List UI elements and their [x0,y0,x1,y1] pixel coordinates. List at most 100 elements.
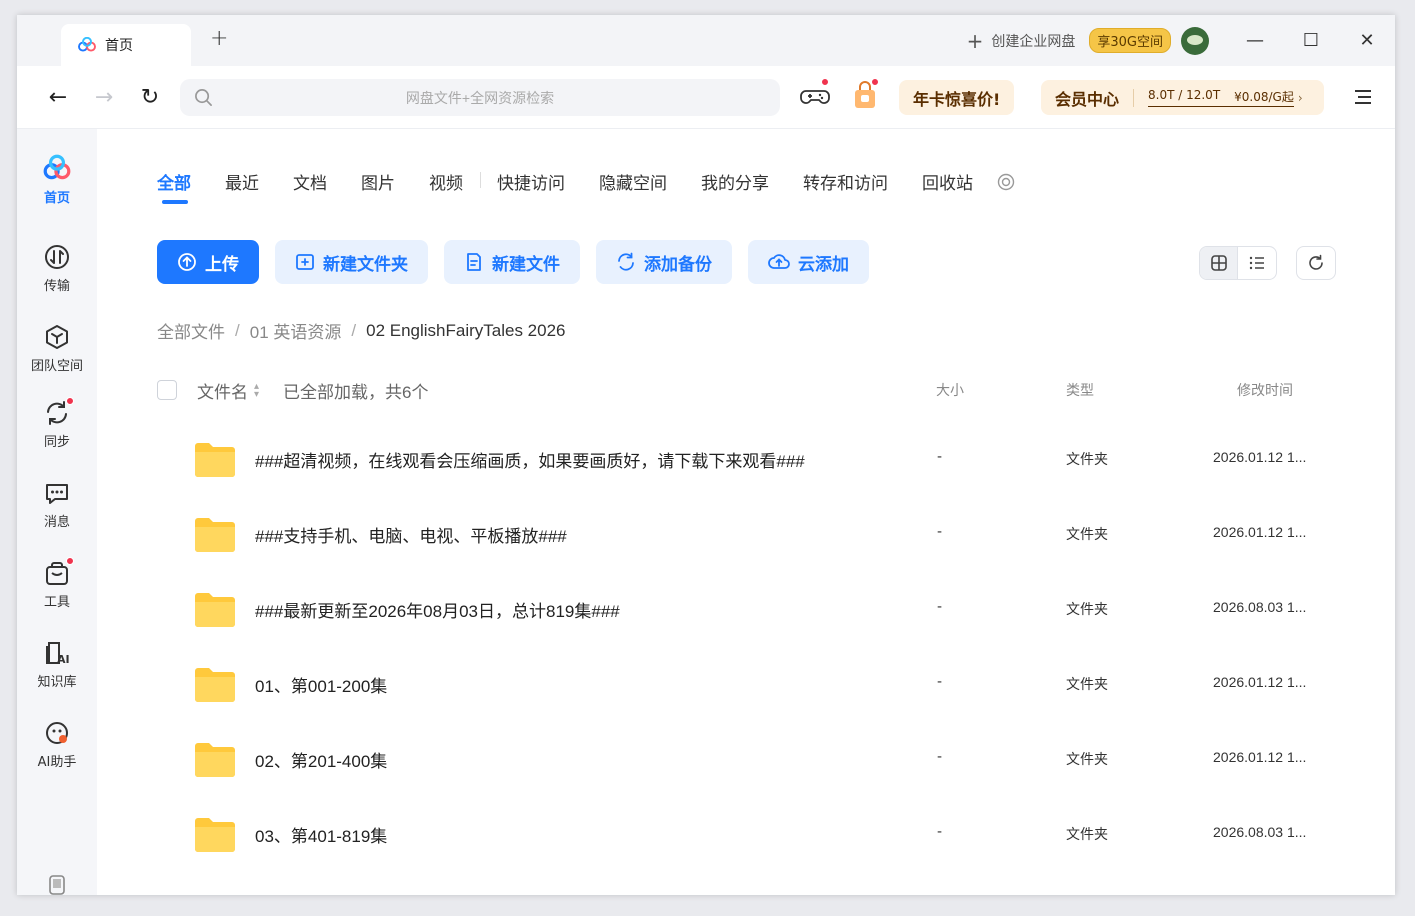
app-window: 首页 + + 创建企业网盘 享30G空间 — ☐ ✕ ← → ↻ 网盘文件+全网… [17,15,1395,895]
sidebar-item-home[interactable]: 首页 [17,153,97,206]
new-file-button[interactable]: 新建文件 [444,240,580,284]
tab-all[interactable]: 全部 [157,169,191,204]
list-view-icon [1249,256,1264,270]
sidebar-item-sync[interactable]: 同步 [17,397,97,450]
search-box [180,79,780,116]
filename-column-header[interactable]: 文件名 ▴ ▾ [197,378,259,403]
avatar[interactable] [1181,26,1209,55]
sidebar-item-team-space[interactable]: 团队空间 [17,323,97,374]
close-button[interactable]: ✕ [1339,30,1395,51]
mobile-device-icon[interactable] [49,875,65,895]
sidebar-item-label: 传输 [43,279,70,294]
upload-label: 上传 [205,254,239,274]
folder-icon [195,668,235,702]
list-view-button[interactable] [1238,247,1276,279]
file-modified-time: 2026.01.12 1... [1213,449,1307,465]
file-type: 文件夹 [1066,526,1108,542]
file-type: 文件夹 [1066,601,1108,617]
vip-center-button[interactable]: 会员中心 8.0T / 12.0T ¥0.08/G起 › [1041,80,1324,115]
add-backup-button[interactable]: 添加备份 [596,240,732,284]
search-input[interactable] [180,79,780,116]
table-row[interactable]: ###超清视频，在线观看会压缩画质，如果要画质好，请下载下来观看### - 文件… [157,423,1337,498]
tab-hidden-space[interactable]: 隐藏空间 [599,169,667,194]
sidebar-item-label: 知识库 [37,675,77,690]
breadcrumb-root[interactable]: 全部文件 [157,318,225,343]
file-modified-time: 2026.01.12 1... [1213,674,1307,690]
category-tabs: 全部 最近 文档 图片 视频 快捷访问 隐藏空间 我的分享 转存和访问 回收站 [157,169,1015,204]
size-column-header[interactable]: 大小 [936,380,964,400]
file-modified-time: 2026.08.03 1... [1213,599,1307,615]
tab-my-shares[interactable]: 我的分享 [701,169,769,194]
table-row[interactable]: ###支持手机、电脑、电视、平板播放### - 文件夹 2026.01.12 1… [157,498,1337,573]
modified-time-column-header[interactable]: 修改时间 [1237,380,1293,400]
refresh-button[interactable] [1296,246,1336,280]
minimize-button[interactable]: — [1227,30,1283,51]
plus-icon: + [966,28,984,53]
ai-assistant-icon [46,722,68,744]
table-row[interactable]: ###最新更新至2026年08月03日，总计819集### - 文件夹 2026… [157,573,1337,648]
tab-images[interactable]: 图片 [361,169,395,194]
cloud-add-label: 云添加 [798,254,849,274]
table-row[interactable]: 02、第201-400集 - 文件夹 2026.01.12 1... [157,723,1337,798]
type-column-header[interactable]: 类型 [1066,380,1094,400]
sidebar-item-label: 同步 [43,435,70,450]
cloud-add-button[interactable]: 云添加 [748,240,869,284]
sidebar-item-tools[interactable]: 工具 [17,557,97,610]
file-size: - [937,449,943,465]
file-type: 文件夹 [1066,676,1108,692]
hamburger-menu-icon [1355,90,1371,104]
game-center-button[interactable] [799,78,831,112]
select-all-checkbox[interactable] [157,380,177,400]
back-button[interactable]: ← [35,85,81,110]
svg-text:AI: AI [57,653,70,666]
tab-quick-access[interactable]: 快捷访问 [497,169,565,194]
file-size: - [937,674,943,690]
upload-icon [177,252,197,272]
new-tab-button[interactable]: + [210,28,228,50]
grid-view-button[interactable] [1200,247,1239,279]
annual-card-promo-button[interactable]: 年卡惊喜价! [899,80,1015,115]
notification-dot [66,557,74,565]
sidebar-item-ai-assistant[interactable]: AI助手 [17,719,97,770]
reload-button[interactable]: ↻ [127,85,173,110]
file-name: ###最新更新至2026年08月03日，总计819集### [255,602,620,621]
table-row[interactable]: 01、第001-200集 - 文件夹 2026.01.12 1... [157,648,1337,723]
tab-recent[interactable]: 最近 [225,169,259,194]
tab-recycle-bin[interactable]: 回收站 [922,169,973,194]
new-folder-label: 新建文件夹 [323,254,408,274]
quota-usage: 8.0T / 12.0T [1148,88,1221,102]
vip-quota: 8.0T / 12.0T ¥0.08/G起 [1148,88,1294,107]
transfer-icon [45,245,69,269]
file-modified-time: 2026.08.03 1... [1213,824,1307,840]
create-enterprise-label: 创建企业网盘 [991,33,1076,50]
sidebar-item-knowledge-base[interactable]: AI 知识库 [17,639,97,690]
maximize-button[interactable]: ☐ [1283,30,1339,51]
menu-button[interactable] [1353,88,1373,110]
team-space-icon [46,325,68,349]
sidebar-item-messages[interactable]: 消息 [17,479,97,530]
space-badge[interactable]: 享30G空间 [1089,28,1171,53]
folder-icon [195,518,235,552]
action-bar: 上传 新建文件夹 新建文件 添加备份 云添加 [157,240,885,284]
tab-transfer-and-access[interactable]: 转存和访问 [803,169,888,194]
file-size: - [937,524,943,540]
tab-documents[interactable]: 文档 [293,169,327,194]
sidebar-item-label: 工具 [43,595,70,610]
chevron-right-icon: › [1297,90,1303,105]
gift-bag-button[interactable] [849,78,881,112]
new-folder-button[interactable]: 新建文件夹 [275,240,428,284]
table-row[interactable]: 03、第401-819集 - 文件夹 2026.08.03 1... [157,798,1337,873]
sidebar-item-transfer[interactable]: 传输 [17,243,97,294]
cloud-upload-icon [768,252,790,272]
folder-icon [195,818,235,852]
create-enterprise-button[interactable]: + 创建企业网盘 [967,29,1076,53]
tab-home[interactable]: 首页 [61,24,191,66]
breadcrumb-level1[interactable]: 01 英语资源 [250,318,342,343]
upload-button[interactable]: 上传 [157,240,259,284]
sidebar-item-label: 团队空间 [30,359,83,374]
file-size: - [937,599,943,615]
tab-videos[interactable]: 视频 [429,169,481,194]
tab-settings-icon[interactable] [997,173,1015,191]
toolbar: ← → ↻ 网盘文件+全网资源检索 年卡惊喜价! 会员中心 8.0T / 12.… [17,66,1395,129]
forward-button[interactable]: → [81,85,127,110]
